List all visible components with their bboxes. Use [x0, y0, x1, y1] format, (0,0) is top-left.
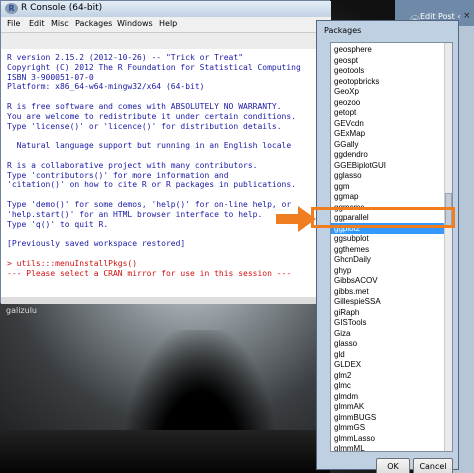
console-line: Copyright (C) 2012 The R Foundation for … [7, 62, 301, 72]
package-item[interactable]: getopt [331, 107, 444, 118]
console-line: Type 'demo()' for some demos, 'help()' f… [7, 200, 292, 209]
package-item[interactable]: Giza [331, 328, 444, 339]
packages-scrollbar[interactable] [444, 43, 452, 451]
package-item[interactable]: geotopbricks [331, 76, 444, 87]
menu-edit[interactable]: Edit [29, 19, 45, 28]
console-line: Type 'q()' to quit R. [7, 219, 109, 229]
package-item[interactable]: ggmap [331, 191, 444, 202]
package-item[interactable]: GEVcdn [331, 118, 444, 129]
desktop-label: galizulu [6, 306, 37, 315]
console-line: 'citation()' on how to cite R or R packa… [7, 180, 296, 190]
package-item[interactable]: glmmML [331, 443, 444, 451]
package-item[interactable]: GibbsACOV [331, 275, 444, 286]
package-item[interactable]: gld [331, 349, 444, 360]
r-logo-icon: R [5, 3, 18, 14]
r-console-output[interactable]: R version 2.15.2 (2012-10-26) -- "Trick … [1, 49, 321, 297]
package-item[interactable]: ggsubplot [331, 233, 444, 244]
r-console-window: R R Console (64-bit) File Edit Misc Pack… [0, 0, 331, 304]
package-item[interactable]: glmmAK [331, 401, 444, 412]
package-item[interactable]: GillespieSSA [331, 296, 444, 307]
package-item[interactable]: GExMap [331, 128, 444, 139]
console-line: Type 'contributors()' for more informati… [7, 170, 229, 180]
packages-dialog-title: Packages [324, 26, 362, 35]
packages-listbox[interactable]: glmmML glmmLasso glmmGS glmmBUGS glmmAK glmdm… [330, 42, 453, 452]
menu-misc[interactable]: Misc [51, 19, 69, 28]
console-line: R is free software and comes with ABSOLU… [7, 102, 282, 111]
package-item[interactable]: glmc [331, 380, 444, 391]
package-item[interactable]: ghyp [331, 265, 444, 276]
menu-file[interactable]: File [7, 19, 20, 28]
package-item[interactable]: ggm [331, 181, 444, 192]
console-line: You are welcome to redistribute it under… [7, 111, 296, 121]
console-line: [Previously saved workspace restored] [7, 239, 186, 249]
package-item[interactable]: glmmGS [331, 422, 444, 433]
console-line: Natural language support but running in … [7, 141, 292, 151]
package-item[interactable]: gibbs.met [331, 286, 444, 297]
console-line: R is a collaborative project with many c… [7, 160, 258, 170]
package-item[interactable]: GhcnDaily [331, 254, 444, 265]
packages-dialog: Packages glmmML glmmLasso glmmGS glmmBUGS gl… [316, 20, 459, 473]
package-item[interactable]: geosphere [331, 44, 444, 55]
package-item[interactable]: geozoo [331, 97, 444, 108]
package-item[interactable]: GeoXp [331, 86, 444, 97]
package-item[interactable]: GGEBiplotGUI [331, 160, 444, 171]
console-line: 'help.start()' for an HTML browser inter… [7, 209, 263, 219]
package-item[interactable]: glmdm [331, 391, 444, 402]
console-line: R version 2.15.2 (2012-10-26) -- "Trick … [7, 53, 244, 62]
package-item[interactable]: glmmLasso [331, 433, 444, 444]
console-line: Platform: x86_64-w64-mingw32/x64 (64-bit… [7, 82, 205, 92]
wallpaper-ground [0, 430, 330, 473]
package-item[interactable]: glmmBUGS [331, 412, 444, 423]
r-console-titlebar[interactable]: R R Console (64-bit) [1, 1, 331, 17]
r-menu-bar: File Edit Misc Packages Windows Help [1, 17, 331, 33]
package-item[interactable]: ggthemes [331, 244, 444, 255]
package-item[interactable]: gglasso [331, 170, 444, 181]
package-item[interactable]: glm2 [331, 370, 444, 381]
annotation-arrow-icon [276, 206, 316, 232]
selection-highlight-box [311, 207, 455, 228]
package-item[interactable]: giRaph [331, 307, 444, 318]
r-console-hscrollbar[interactable] [1, 297, 331, 304]
menu-help[interactable]: Help [159, 19, 177, 28]
console-line: Type 'license()' or 'licence()' for dist… [7, 121, 282, 131]
package-item[interactable]: geotools [331, 65, 444, 76]
ok-button[interactable]: OK [376, 458, 410, 473]
package-item[interactable]: GLDEX [331, 359, 444, 370]
browser-tab-close-icon[interactable]: × [463, 11, 471, 21]
console-line: > utils:::menuInstallPkgs() [7, 258, 138, 268]
package-item[interactable]: geospt [331, 55, 444, 66]
package-item[interactable]: ggdendro [331, 149, 444, 160]
r-toolbar [1, 33, 331, 49]
r-console-title: R Console (64-bit) [21, 3, 103, 13]
console-line: ISBN 3-900051-07-0 [7, 72, 94, 82]
package-item[interactable]: glasso [331, 338, 444, 349]
cancel-button[interactable]: Cancel [413, 458, 453, 473]
menu-windows[interactable]: Windows [117, 19, 153, 28]
console-line: --- Please select a CRAN mirror for use … [7, 268, 292, 278]
package-item[interactable]: GISTools [331, 317, 444, 328]
package-item[interactable]: GGally [331, 139, 444, 150]
menu-packages[interactable]: Packages [75, 19, 112, 28]
